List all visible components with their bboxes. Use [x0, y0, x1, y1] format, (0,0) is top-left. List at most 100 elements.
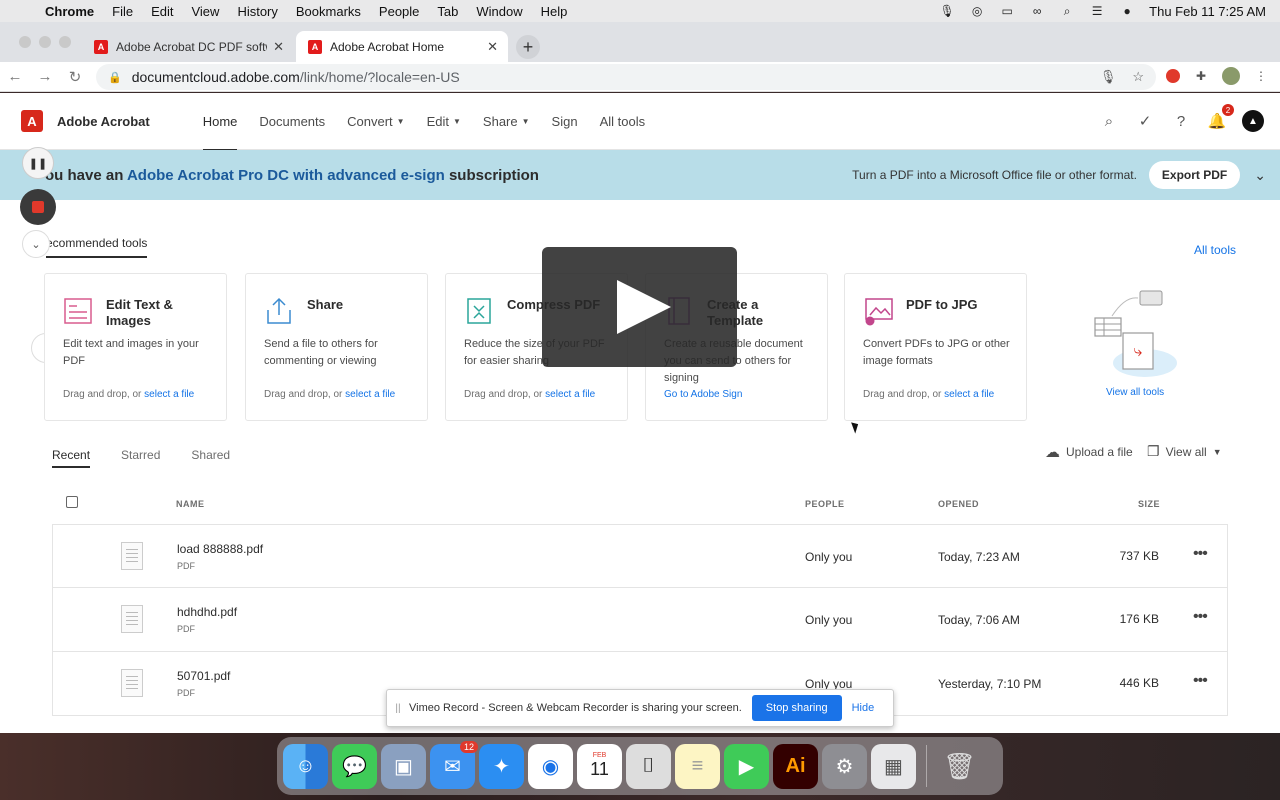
minimize-window-icon[interactable]	[39, 36, 51, 48]
tab-acrobat-home[interactable]: A Adobe Acrobat Home ✕	[296, 31, 508, 62]
tab-starred[interactable]: Starred	[121, 448, 160, 468]
chevron-down-icon[interactable]: ⌄	[1254, 167, 1266, 184]
menu-view[interactable]: View	[182, 4, 228, 19]
profile-avatar[interactable]	[1222, 67, 1240, 85]
nav-documents[interactable]: Documents	[248, 93, 336, 150]
select-file-link[interactable]: select a file	[944, 389, 994, 400]
col-people[interactable]: PEOPLE	[805, 499, 845, 509]
close-tab-icon[interactable]: ✕	[273, 39, 284, 55]
menu-history[interactable]: History	[228, 4, 286, 19]
recorder-pause-button[interactable]: ❚❚	[22, 147, 54, 179]
launchpad-icon[interactable]: ▦	[871, 743, 916, 789]
close-window-icon[interactable]	[19, 36, 31, 48]
battery-icon[interactable]: ▭	[999, 4, 1015, 18]
brand-name[interactable]: Adobe Acrobat	[57, 114, 150, 129]
notes-icon[interactable]: ≡	[675, 743, 720, 789]
video-play-button[interactable]	[542, 247, 737, 367]
microphone-icon[interactable]: 🎙	[1100, 69, 1117, 85]
bookmark-star-icon[interactable]: ☆	[1132, 69, 1144, 85]
help-icon[interactable]: ?	[1170, 110, 1192, 132]
drag-handle-icon[interactable]: ||	[391, 703, 405, 714]
export-pdf-button[interactable]: Export PDF	[1148, 161, 1241, 189]
banner-plan-link[interactable]: Adobe Acrobat Pro DC with advanced e-sig…	[127, 167, 445, 184]
nav-share[interactable]: Share ▼	[472, 93, 541, 150]
illustrator-icon[interactable]: Ai	[773, 743, 818, 789]
table-row[interactable]: load 888888.pdf PDF Only you Today, 7:23…	[52, 524, 1228, 588]
tool-card-edit[interactable]: Edit Text & Images Edit text and images …	[44, 273, 227, 421]
back-icon[interactable]: ←	[0, 68, 30, 85]
screenshot-icon[interactable]: ⌷	[626, 743, 671, 789]
safari-icon[interactable]: ✦	[479, 743, 524, 789]
search-icon[interactable]: ⌕	[1059, 4, 1075, 18]
finder-icon[interactable]: ☺	[283, 743, 328, 789]
nav-home[interactable]: Home	[192, 93, 249, 151]
col-name[interactable]: NAME	[176, 499, 205, 509]
siri-icon[interactable]: ●	[1119, 4, 1135, 18]
reload-icon[interactable]: ↻	[60, 68, 90, 86]
nav-convert[interactable]: Convert ▼	[336, 93, 415, 150]
control-center-icon[interactable]: ☰	[1089, 4, 1105, 18]
puzzle-icon[interactable]: ✚	[1192, 67, 1210, 85]
system-preferences-icon[interactable]: ⚙	[822, 743, 867, 789]
link-icon[interactable]: ∞	[1029, 4, 1045, 18]
chrome-icon[interactable]: ◉	[528, 743, 573, 789]
menu-bookmarks[interactable]: Bookmarks	[287, 4, 370, 19]
mail-icon[interactable]: ✉ 12	[430, 740, 478, 789]
menu-edit[interactable]: Edit	[142, 4, 182, 19]
view-all-button[interactable]: ❐ View all ▼	[1147, 443, 1222, 460]
more-options-icon[interactable]: •••	[1193, 545, 1208, 563]
recorder-stop-button[interactable]	[20, 189, 56, 225]
more-options-icon[interactable]: •••	[1193, 608, 1208, 626]
nav-all-tools[interactable]: All tools	[589, 93, 657, 150]
check-circle-icon[interactable]: ✓	[1134, 110, 1156, 132]
record-extension-icon[interactable]	[1166, 69, 1180, 83]
bell-icon[interactable]: 🔔 2	[1206, 104, 1234, 132]
table-row[interactable]: hdhdhd.pdf PDF Only you Today, 7:06 AM 1…	[52, 588, 1228, 652]
preview-icon[interactable]: ▣	[381, 743, 426, 789]
stop-sharing-button[interactable]: Stop sharing	[751, 695, 842, 721]
new-tab-button[interactable]: +	[516, 35, 540, 59]
tool-card-pdf-to-jpg[interactable]: PDF to JPG Convert PDFs to JPG or other …	[844, 273, 1027, 421]
messages-icon[interactable]: 💬	[332, 743, 377, 789]
kebab-menu-icon[interactable]: ⋮	[1252, 67, 1270, 85]
menu-window[interactable]: Window	[467, 4, 531, 19]
menu-app-name[interactable]: Chrome	[36, 4, 103, 19]
col-size[interactable]: SIZE	[1138, 499, 1160, 509]
menu-file[interactable]: File	[103, 4, 142, 19]
recorder-collapse-button[interactable]: ⌄	[22, 230, 50, 258]
select-file-link[interactable]: select a file	[144, 389, 194, 400]
tab-recent[interactable]: Recent	[52, 448, 91, 468]
col-opened[interactable]: OPENED	[938, 499, 979, 509]
all-tools-link[interactable]: All tools	[1194, 243, 1236, 257]
file-name[interactable]: 50701.pdf	[177, 669, 230, 683]
airdrop-icon[interactable]: ◎	[969, 4, 985, 18]
microphone-icon[interactable]: 🎙	[939, 4, 955, 18]
menu-people[interactable]: People	[370, 4, 428, 19]
zoom-window-icon[interactable]	[59, 36, 71, 48]
trash-icon[interactable]: 🗑	[937, 744, 982, 789]
tool-card-share[interactable]: Share Send a file to others for commenti…	[245, 273, 428, 421]
menu-tab[interactable]: Tab	[428, 4, 467, 19]
file-name[interactable]: hdhdhd.pdf	[177, 605, 237, 619]
address-bar[interactable]: 🔒 documentcloud.adobe.com/link/home/?loc…	[96, 64, 1156, 90]
lock-icon[interactable]: 🔒	[108, 71, 122, 84]
select-file-link[interactable]: select a file	[545, 389, 595, 400]
forward-icon[interactable]: →	[30, 68, 60, 85]
avatar[interactable]: ▲	[1242, 110, 1264, 132]
calendar-icon[interactable]: FEB 11	[577, 743, 622, 789]
menu-help[interactable]: Help	[532, 4, 577, 19]
nav-edit[interactable]: Edit ▼	[416, 93, 472, 150]
upload-file-button[interactable]: ☁ Upload a file	[1045, 443, 1133, 461]
clock[interactable]: Thu Feb 11 7:25 AM	[1149, 4, 1266, 19]
select-file-link[interactable]: select a file	[345, 389, 395, 400]
facetime-icon[interactable]: ▶	[724, 743, 769, 789]
file-name[interactable]: load 888888.pdf	[177, 542, 263, 556]
view-all-tools-link[interactable]: View all tools	[1106, 387, 1164, 398]
nav-sign[interactable]: Sign	[541, 93, 589, 150]
select-all-checkbox[interactable]	[66, 496, 78, 508]
search-icon[interactable]: ⌕	[1098, 110, 1120, 132]
close-tab-icon[interactable]: ✕	[487, 39, 498, 55]
acrobat-logo-icon[interactable]: A	[21, 110, 43, 132]
tab-shared[interactable]: Shared	[191, 448, 230, 468]
more-options-icon[interactable]: •••	[1193, 672, 1208, 690]
